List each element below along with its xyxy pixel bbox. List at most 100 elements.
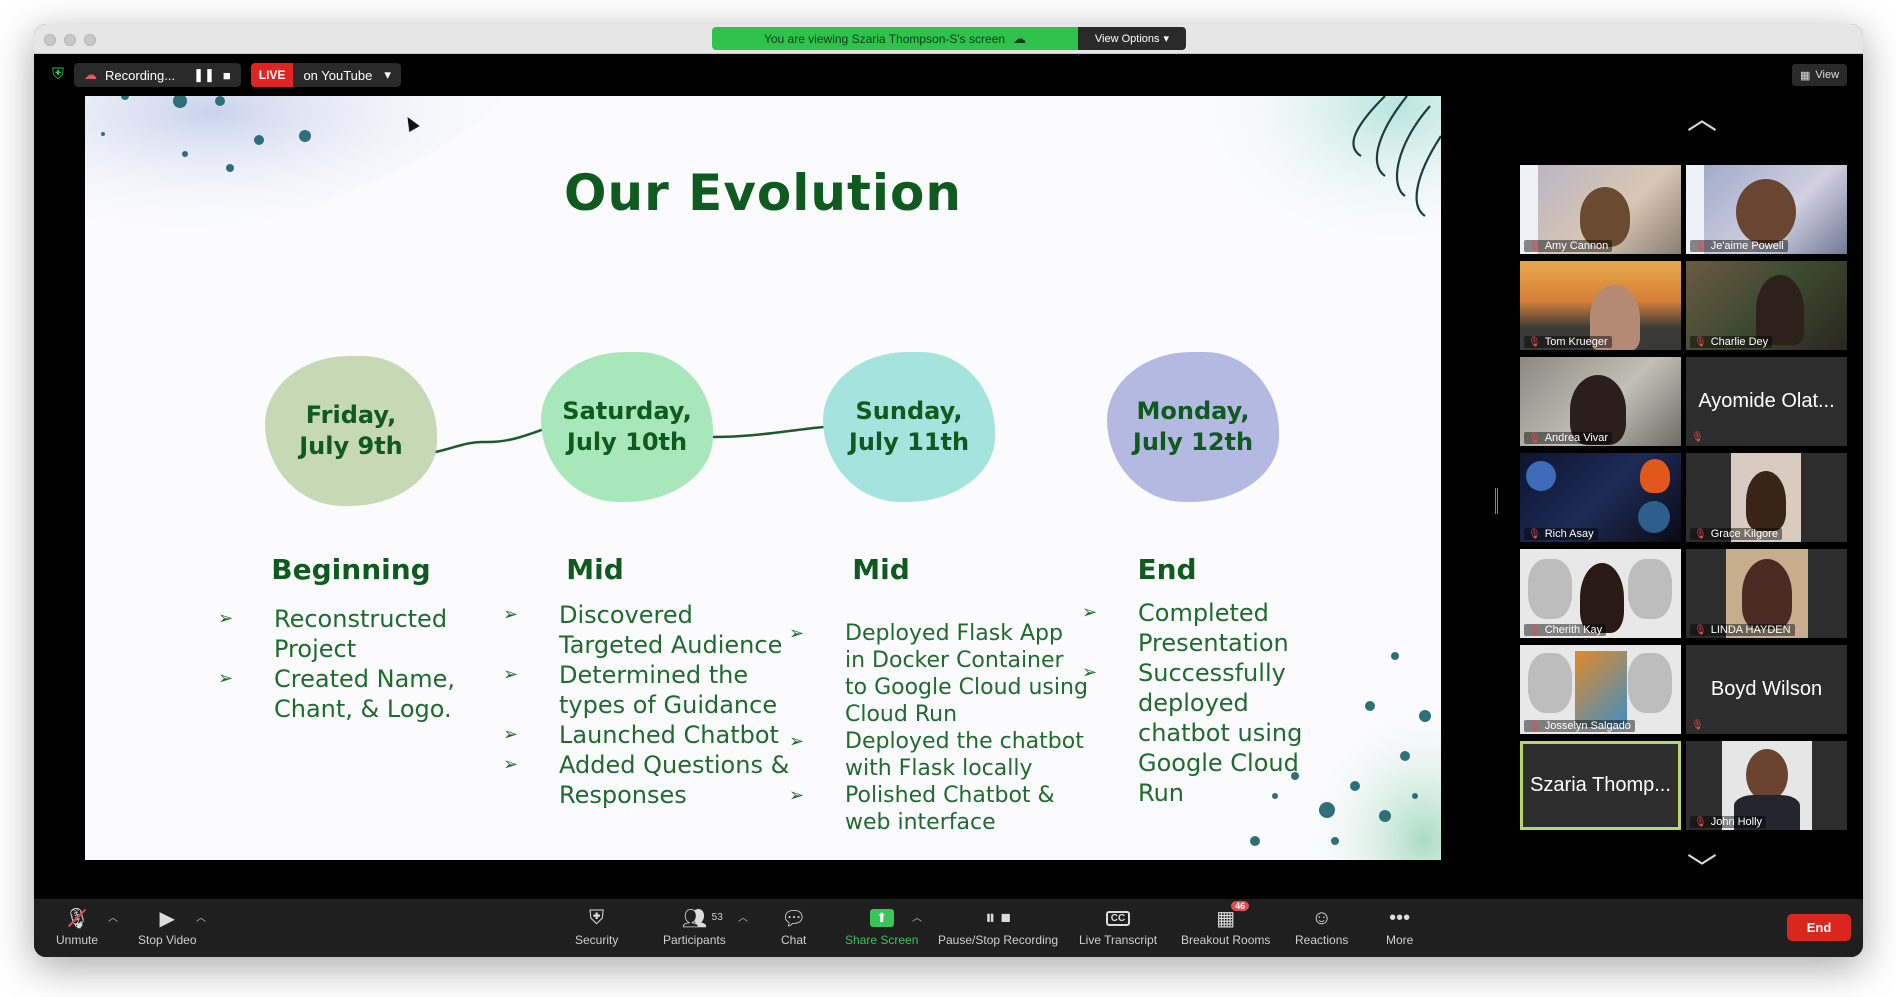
security-label: Security [575,933,619,947]
arrow-bullet-icon: ➢ [789,785,805,806]
security-button[interactable]: ⛨ Security [575,905,619,948]
stop-video-button[interactable]: ▶ Stop Video [138,905,197,948]
participant-name: 🎙︎ John Holly [1690,816,1767,828]
stop-recording-icon[interactable]: ■ [223,68,231,83]
timeline-date-line: Sunday, [855,397,963,425]
scroll-up-chevron-icon[interactable]: ︿ [1684,105,1720,135]
list-item: ➢ Deployed Flask App in Docker Container … [789,621,1088,727]
participant-tile[interactable]: 🎙︎ Andrea Vivar [1520,357,1681,446]
participant-name: 🎙︎ Tom Krueger [1524,336,1612,348]
person-silhouette [1756,275,1804,345]
participant-tile-active-speaker[interactable]: Szaria Thomp... [1520,741,1681,830]
arrow-bullet-icon: ➢ [503,604,519,625]
participant-tile[interactable]: Boyd Wilson 🎙︎ [1686,645,1847,734]
flame-graphic [1640,459,1670,493]
chat-button[interactable]: 💬︎ Chat [781,905,807,948]
chat-label: Chat [781,933,807,947]
breakout-rooms-button[interactable]: ▦ 46 Breakout Rooms [1181,901,1271,947]
participant-tile[interactable]: 🎙︎ Je'aime Powell [1686,165,1847,254]
participant-tile[interactable]: 🎙︎ Grace Kilgore [1686,453,1847,542]
zoom-window: You are viewing Szaria Thompson-S's scre… [34,24,1863,957]
panel-resize-handle[interactable] [1495,488,1498,514]
participant-tile[interactable]: 🎙︎ Josselyn Salgado [1520,645,1681,734]
skull-graphic [1628,559,1672,619]
arrow-bullet-icon: ➢ [503,754,519,775]
list-item: ➢ Successfully deployed chatbot using Goo… [1082,659,1303,807]
close-window-button[interactable] [44,34,56,46]
meeting-content: ⛨ ☁ Recording... ❚❚ ■ LIVE on YouTube ▾ [34,54,1863,899]
mic-off-icon: 🎙︎ [1528,432,1541,444]
timeline-date-line: Saturday, [562,397,692,425]
meeting-toolbar: 🎙︎ Unmute ︿ ▶ Stop Video ︿ ⛨ Security 👥︎… [34,899,1863,957]
participant-tile[interactable]: 🎙︎ Tom Krueger [1520,261,1681,350]
list-item: ➢ Added Questions & Responses [503,751,790,809]
reactions-button[interactable]: ☺ Reactions [1295,905,1348,948]
breakout-rooms-label: Breakout Rooms [1181,933,1271,947]
more-dots-icon: ••• [1389,906,1411,929]
column-bullets: ➢ Discovered Targeted Audience ➢ Determine… [503,600,803,810]
unmute-button[interactable]: 🎙︎ Unmute [56,905,99,948]
participant-name: 🎙︎ Cherith Kay [1524,624,1607,636]
list-item: ➢ Created Name, Chant, & Logo. [218,665,456,723]
view-options-button[interactable]: View Options ▾ [1078,27,1186,50]
column-heading: Mid [566,553,624,586]
list-item: ➢ Determined the types of Guidance [503,661,778,719]
participant-tile[interactable]: 🎙︎ John Holly [1686,741,1847,830]
share-options-chevron-icon[interactable]: ︿ [912,909,922,924]
arrow-bullet-icon: ➢ [1082,602,1098,623]
arrow-bullet-icon: ➢ [789,731,805,752]
participant-tile[interactable]: 🎙︎ Cherith Kay [1520,549,1681,638]
share-screen-icon: ⬆ [869,905,894,931]
share-screen-button[interactable]: ⬆ Share Screen [845,905,918,947]
mic-off-icon: 🎙︎ [1528,336,1541,348]
arrow-bullet-icon: ➢ [789,623,805,644]
person-silhouette [1580,563,1624,633]
recording-status[interactable]: ☁ Recording... ❚❚ ■ [74,63,241,87]
mic-off-icon: 🎙︎ [1694,528,1707,540]
column-heading: End [1137,553,1197,586]
minimize-window-button[interactable] [64,34,76,46]
recording-label: Recording... [105,67,176,83]
skull-graphic [1628,653,1672,713]
column-bullets: ➢ Deployed Flask App in Docker Container … [789,620,1089,836]
unmute-label: Unmute [56,933,99,947]
participant-tile[interactable]: 🎙︎ Amy Cannon [1520,165,1681,254]
participants-label: Participants [663,933,726,947]
shield-check-icon[interactable]: ⛨ [52,66,64,84]
zoom-window-button[interactable] [84,34,96,46]
participant-tile[interactable]: 🎙︎ Charlie Dey [1686,261,1847,350]
grid-view-icon: ▦ [1800,69,1811,82]
participant-tile[interactable]: 🎙︎ Rich Asay [1520,453,1681,542]
view-button[interactable]: ▦ View [1792,64,1848,86]
participants-options-chevron-icon[interactable]: ︿ [738,909,748,924]
view-label: View [1815,69,1840,81]
list-item: ➢ Reconstructed Project [218,605,448,663]
participant-name: 🎙︎ Charlie Dey [1690,336,1773,348]
chevron-down-icon[interactable]: ▾ [384,67,391,83]
cloud-recording-icon: ☁ [84,67,98,82]
participant-name: Szaria Thomp... [1530,774,1671,796]
end-meeting-button[interactable]: End [1787,914,1851,941]
timeline-date-friday: Friday, July 9th [265,356,437,506]
list-item: ➢ Launched Chatbot [503,721,779,749]
person-silhouette [1746,749,1788,801]
more-button[interactable]: ••• More [1386,905,1413,948]
audio-options-chevron-icon[interactable]: ︿ [108,909,118,924]
participant-tile[interactable]: Ayomide Olat... 🎙︎ [1686,357,1847,446]
scroll-down-chevron-icon[interactable]: ﹀ [1684,855,1720,885]
participant-tile[interactable]: 🎙︎ LINDA HAYDEN [1686,549,1847,638]
live-stream-status[interactable]: LIVE on YouTube ▾ [250,63,401,87]
participant-name: Ayomide Olat... [1698,390,1835,412]
video-options-chevron-icon[interactable]: ︿ [196,909,206,924]
pause-recording-icon[interactable]: ❚❚ [193,67,215,83]
view-options-label: View Options [1094,32,1160,45]
pause-stop-icon: ⏸︎ ⏹︎ [985,906,1011,929]
shared-slide: Our Evolution Friday, July 9th Saturday,… [85,96,1441,860]
participants-button[interactable]: 👥︎ 53 Participants [663,905,726,948]
pause-stop-recording-button[interactable]: ⏸︎ ⏹︎ Pause/Stop Recording [938,905,1058,948]
slide-title: Our Evolution [564,164,962,222]
participant-name: 🎙︎ Rich Asay [1524,528,1598,540]
live-transcript-button[interactable]: CC Live Transcript [1079,905,1157,947]
cloud-icon: ☁ [1013,30,1027,46]
mic-off-icon: 🎙︎ [1694,624,1707,636]
